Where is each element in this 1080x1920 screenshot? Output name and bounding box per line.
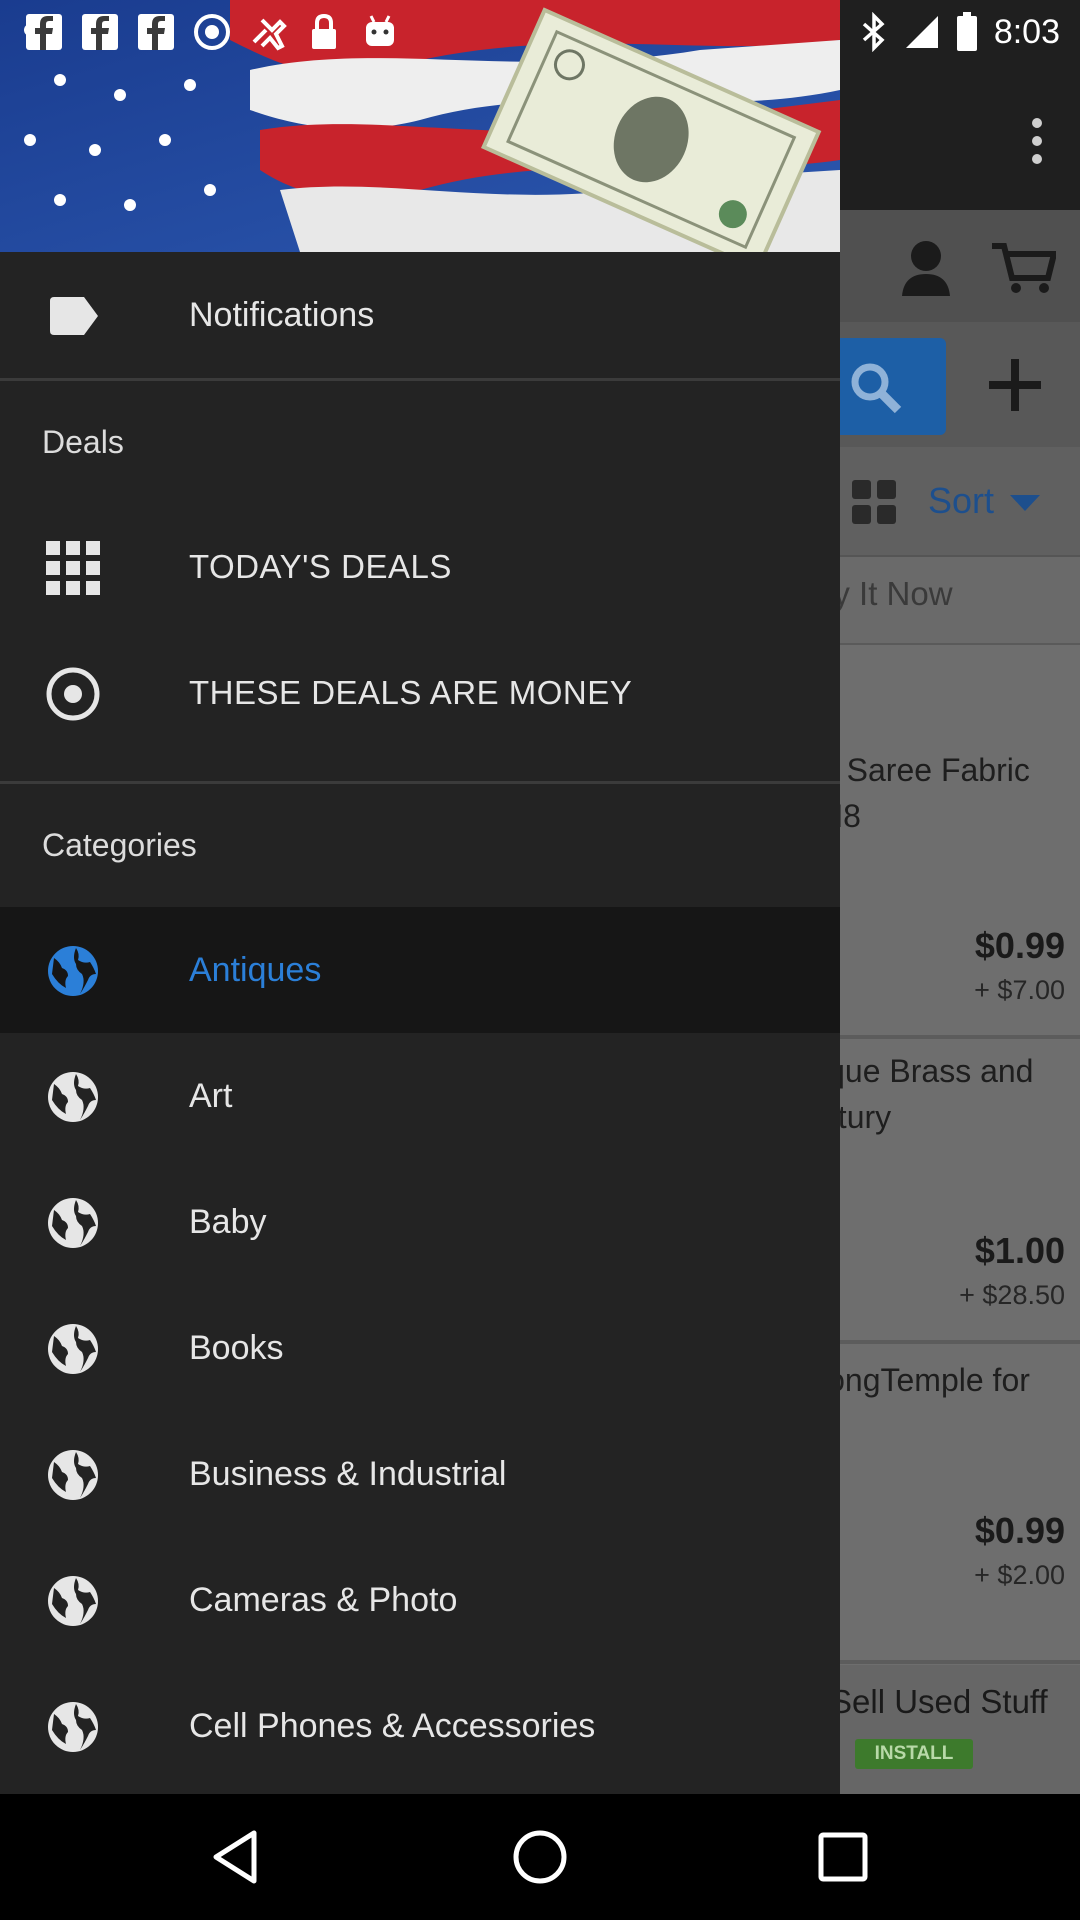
drawer-item-cell-phones-accessories[interactable]: Cell Phones & Accessories [0,1663,840,1789]
ad-title: Sell Used Stuff [830,1683,1048,1720]
listing-price: $1.00 [974,1230,1065,1271]
sort-button[interactable]: Sort [928,480,1041,522]
drawer-item-label: Business & Industrial [189,1455,507,1493]
sort-label: Sort [928,480,995,521]
drawer-item-label: Cell Phones & Accessories [189,1707,596,1745]
listing-shipping: + $2.00 [974,1560,1065,1590]
system-indicators: 8:03 [860,8,1060,56]
drawer-item-business-industrial[interactable]: Business & Industrial [0,1411,840,1537]
drawer-item-label: Cameras & Photo [189,1581,458,1619]
system-navigation-bar [0,1794,1080,1920]
listing-title: ri Saree Fabric H8 [820,752,1030,834]
cart-icon[interactable] [990,240,1056,296]
grid-icon [46,541,100,595]
globe-icon [48,1576,98,1626]
drawer-item-label: THESE DEALS ARE MONEY [189,674,633,711]
drawer-item-antiques[interactable]: Antiques [0,907,840,1033]
drawer-item-books[interactable]: Books [0,1285,840,1411]
clock: 8:03 [993,12,1060,51]
drawer-item-notifications[interactable]: Notifications [0,252,840,378]
tag-icon [50,297,98,335]
install-button[interactable]: INSTALL [855,1739,973,1769]
drawer-item-label: Art [189,1077,233,1115]
drawer-item-label: TODAY'S DEALS [189,548,452,585]
globe-icon [48,1198,98,1248]
signal-icon [905,16,938,48]
deals-section-header: Deals [0,381,840,504]
overflow-menu-icon[interactable] [1032,118,1042,172]
recents-icon[interactable] [813,1827,873,1887]
home-icon[interactable] [510,1827,570,1887]
add-icon[interactable] [985,355,1045,415]
globe-icon [48,1072,98,1122]
android-icon [366,15,394,46]
drawer-item-label: Notifications [189,296,375,334]
user-icon[interactable] [900,238,952,296]
section-title: Categories [42,827,197,863]
drawer-item-baby[interactable]: Baby [0,1159,840,1285]
notification-icons [24,12,400,52]
chevron-down-icon [1010,495,1041,511]
facebook-icon [26,14,62,50]
categories-section-header: Categories [0,784,840,907]
drawer-item-label: Antiques [189,951,322,989]
drawer-item-cameras-photo[interactable]: Cameras & Photo [0,1537,840,1663]
fake-gps-icon [252,18,287,51]
globe-icon [48,1450,98,1500]
listing-title: longTemple for [820,1362,1030,1398]
listing-price: $0.99 [974,925,1065,966]
navigation-drawer: Notifications Deals TODAY'S DEALS THESE … [0,0,840,1794]
listing-shipping: + $7.00 [974,975,1065,1005]
drawer-item-these-deals-are-money[interactable]: THESE DEALS ARE MONEY [0,630,840,756]
section-title: Deals [42,424,124,460]
drawer-item-label: Books [189,1329,284,1367]
bluetooth-icon [862,12,885,52]
facebook-icon [138,14,174,50]
drawer-menu: Notifications Deals TODAY'S DEALS THESE … [0,252,840,1789]
listing-price: $0.99 [974,1510,1065,1551]
lock-icon [312,13,336,49]
grid-view-icon[interactable] [852,480,896,524]
drawer-item-todays-deals[interactable]: TODAY'S DEALS [0,504,840,630]
listing-shipping: + $28.50 [959,1280,1065,1310]
status-bar: 8:03 [0,0,1080,63]
target-icon [46,667,100,721]
facebook-icon [82,14,118,50]
battery-icon [956,12,977,51]
listing-title: ique Brass and ntury [820,1053,1034,1135]
back-icon[interactable] [208,1827,268,1887]
globe-icon [48,1324,98,1374]
drawer-item-art[interactable]: Art [0,1033,840,1159]
search-icon [851,363,902,414]
drawer-item-label: Baby [189,1203,267,1241]
globe-icon [48,946,98,996]
globe-icon [48,1702,98,1752]
eye-icon [194,14,230,50]
